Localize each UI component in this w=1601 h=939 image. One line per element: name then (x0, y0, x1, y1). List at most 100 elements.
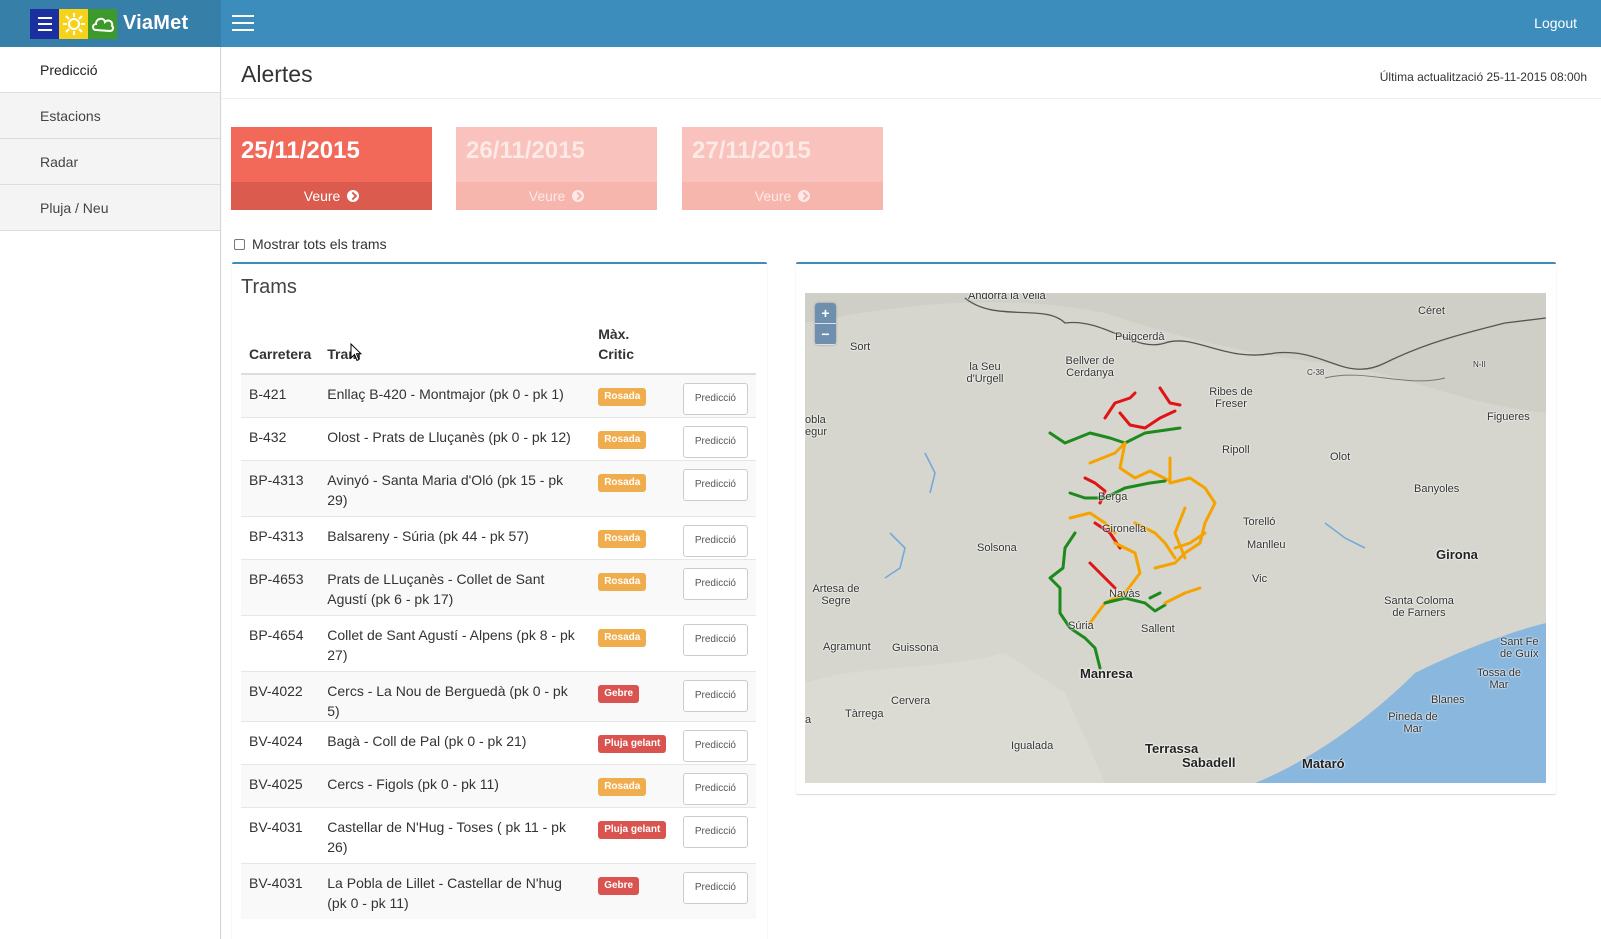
sidebar-item-estacions[interactable]: Estacions (0, 93, 220, 139)
show-all-filter: Mostrar tots els trams (234, 236, 387, 252)
table-header-row: Carretera Tram Màx. Critic (241, 324, 756, 375)
map-label: Santa Coloma de Farners (1384, 595, 1454, 619)
map-label: Gironella (1102, 523, 1147, 535)
cell-level: Rosada (590, 614, 675, 671)
day-card-view-link[interactable]: Veure (231, 182, 432, 210)
menu-flag-icon (30, 8, 59, 39)
prediccio-button[interactable]: Predicció (682, 524, 748, 557)
cell-road: BV-4025 (241, 763, 320, 807)
cell-road: BP-4653 (241, 558, 320, 615)
view-label: Veure (754, 188, 792, 204)
map-label: a (805, 714, 812, 726)
cell-action: Predicció (674, 459, 756, 516)
map-label: Guissona (892, 642, 939, 654)
cell-section: Collet de Sant Agustí - Alpens (pk 8 - p… (319, 614, 591, 671)
table-row: BV-4022 Cercs - La Nou de Berguedà (pk 0 … (241, 670, 756, 721)
cell-level: Rosada (590, 373, 675, 417)
mouse-cursor-icon (350, 343, 362, 362)
level-badge: Rosada (598, 529, 647, 548)
day-card-date: 26/11/2015 (456, 127, 657, 182)
table-row: BV-4025 Cercs - Figols (pk 0 - pk 11) Rosa… (241, 763, 756, 807)
cell-road: BP-4313 (241, 459, 320, 516)
cell-road: B-421 (241, 373, 320, 417)
map-label: C-38 (1307, 368, 1325, 377)
map-label: Ripoll (1222, 444, 1250, 456)
day-card-date: 27/11/2015 (682, 127, 883, 182)
prediccio-button[interactable]: Predicció (682, 815, 748, 848)
cell-action: Predicció (674, 614, 756, 671)
cell-road: BV-4031 (241, 806, 320, 863)
sidebar-item-radar[interactable]: Radar (0, 139, 220, 185)
map-label: Andorra la Vella (968, 293, 1046, 302)
prediccio-button[interactable]: Predicció (682, 871, 748, 904)
cell-road: BV-4022 (241, 670, 320, 721)
level-badge: Rosada (598, 777, 647, 796)
map-label: Puigcerdà (1115, 331, 1165, 343)
map-label: Manresa (1080, 666, 1133, 681)
prediccio-button[interactable]: Predicció (682, 425, 748, 458)
map-label: Céret (1418, 305, 1445, 317)
prediccio-button[interactable]: Predicció (682, 623, 748, 656)
day-card-date: 25/11/2015 (231, 127, 432, 182)
map-label: Sallent (1141, 623, 1175, 635)
col-max-critic: Màx. Critic (590, 324, 675, 375)
cell-road: BV-4031 (241, 862, 320, 919)
sidebar-item-pluja-neu[interactable]: Pluja / Neu (0, 185, 220, 231)
cell-section: Cercs - La Nou de Berguedà (pk 0 - pk 5) (319, 670, 591, 721)
cell-level: Gebre (590, 862, 675, 919)
zoom-in-button[interactable]: + (815, 303, 836, 324)
map-label: Olot (1330, 451, 1351, 463)
level-badge: Pluja gelant (598, 734, 667, 753)
level-badge: Rosada (598, 628, 647, 647)
cloud-icon (88, 8, 117, 39)
day-card-view-link[interactable]: Veure (682, 182, 883, 210)
page-title: Alertes (241, 61, 313, 87)
map-label: Manlleu (1247, 539, 1286, 551)
cell-action: Predicció (674, 806, 756, 863)
prediccio-button[interactable]: Predicció (682, 468, 748, 501)
map-canvas (805, 293, 1546, 783)
level-badge: Gebre (598, 684, 640, 703)
level-badge: Rosada (598, 388, 647, 406)
map-label: Banyoles (1414, 483, 1460, 495)
prediccio-button[interactable]: Predicció (682, 772, 748, 805)
map-label: Torelló (1243, 516, 1276, 528)
table-row: B-432 Olost - Prats de Lluçanès (pk 0 - p… (241, 416, 756, 460)
map-label: Tàrrega (845, 708, 884, 720)
page-header: Alertes Última actualització 25-11-2015 … (222, 47, 1601, 99)
cell-action: Predicció (674, 763, 756, 807)
sidebar-toggle-icon[interactable] (232, 15, 254, 31)
trams-panel: Trams Carretera Tram Màx. Critic B-421 Enl… (232, 262, 767, 939)
map-label: Terrassa (1145, 741, 1199, 756)
map-label: Artesa de Segre (812, 583, 860, 607)
map-label: Figueres (1487, 411, 1530, 423)
col-max-line1: Màx. (598, 326, 630, 342)
prediccio-button[interactable]: Predicció (682, 679, 748, 712)
brand[interactable]: ViaMet (0, 0, 221, 47)
map-label: Cervera (891, 695, 931, 707)
sidebar-item-prediccio[interactable]: Predicció (0, 47, 220, 93)
day-card-3[interactable]: 27/11/2015 Veure (682, 127, 883, 210)
day-card-1[interactable]: 25/11/2015 Veure (231, 127, 432, 210)
roads-map[interactable]: + − Andorra la Vella Céret Sort Puigcerd… (805, 293, 1546, 783)
viamet-logo (30, 8, 117, 39)
logout-link[interactable]: Logout (1534, 15, 1577, 31)
map-label: Tossa de Mar (1476, 667, 1522, 691)
zoom-out-button[interactable]: − (815, 324, 836, 345)
prediccio-button[interactable]: Predicció (682, 383, 748, 415)
cell-section: Olost - Prats de Lluçanès (pk 0 - pk 12) (319, 416, 591, 460)
trams-title: Trams (241, 276, 297, 298)
prediccio-button[interactable]: Predicció (682, 729, 748, 762)
day-card-view-link[interactable]: Veure (456, 182, 657, 210)
cell-action: Predicció (674, 373, 756, 417)
table-row: BP-4654 Collet de Sant Agustí - Alpens (p… (241, 614, 756, 671)
view-label: Veure (528, 188, 566, 204)
prediccio-button[interactable]: Predicció (682, 567, 748, 600)
main-content: Alertes Última actualització 25-11-2015 … (222, 47, 1601, 939)
last-update-text: Última actualització 25-11-2015 08:00h (1379, 70, 1587, 84)
cell-action: Predicció (674, 670, 756, 721)
sun-icon (59, 8, 88, 39)
show-all-checkbox[interactable] (234, 238, 245, 250)
day-card-2[interactable]: 26/11/2015 Veure (456, 127, 657, 210)
cell-road: B-432 (241, 416, 320, 460)
